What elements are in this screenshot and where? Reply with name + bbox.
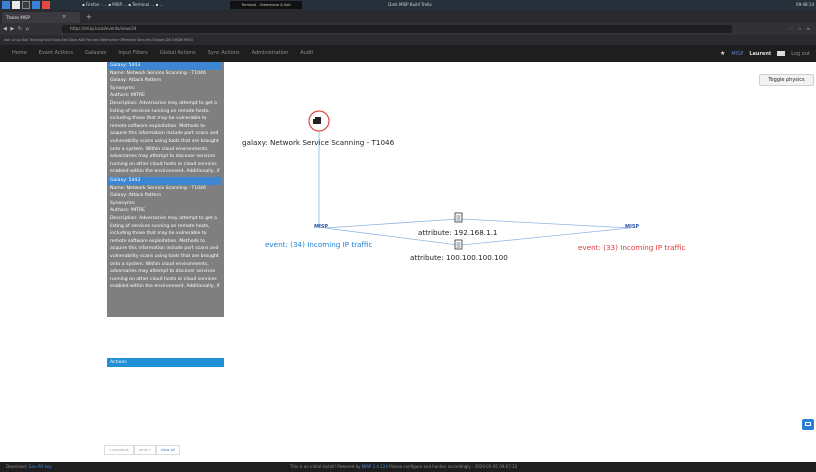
nav-item-event-actions[interactable]: Event Actions bbox=[33, 45, 79, 62]
misp-node-left[interactable]: MISP bbox=[314, 224, 328, 230]
url-input[interactable]: https://misp.local/events/view/34 bbox=[62, 25, 732, 33]
galaxy-info-block: Galaxy: 5443 Name: Network Service Scann… bbox=[107, 62, 224, 177]
user-name-link[interactable]: Laurent bbox=[749, 51, 771, 57]
browser-icon[interactable] bbox=[32, 1, 40, 9]
edge-attr-top-misp-right bbox=[461, 218, 631, 229]
galaxy-id: Galaxy: 5443 bbox=[107, 177, 221, 185]
event-label-left: event: (34) Incoming IP traffic bbox=[265, 240, 373, 249]
galaxy-tooltip-panel: Galaxy: 5443 Name: Network Service Scann… bbox=[107, 62, 224, 317]
notice-prefix: This is an initial install! Powered by bbox=[290, 464, 362, 469]
galaxy-description: Description: Adversaries may attempt to … bbox=[110, 215, 220, 290]
page-footer: Download: Gnu PG key This is an initial … bbox=[0, 462, 816, 472]
taskbar-windows[interactable]: ▪ Firefox - ... ▪ MISP ... ▪ Terminal ..… bbox=[82, 0, 163, 10]
browser-tab[interactable]: Thales MISP bbox=[2, 12, 80, 23]
next-page-link[interactable]: next » bbox=[133, 445, 156, 455]
mail-icon[interactable] bbox=[777, 51, 786, 56]
pgp-key-link[interactable]: Gnu PG key bbox=[29, 464, 52, 469]
terminal-icon[interactable] bbox=[22, 1, 30, 9]
nav-arrows-icon[interactable]: ◀ ▶ ↻ ⌂ bbox=[3, 23, 30, 35]
attribute-node-bottom[interactable] bbox=[454, 239, 463, 250]
galaxy-node-label: galaxy: Network Service Scanning - T1046 bbox=[242, 138, 395, 147]
new-tab-icon[interactable]: + bbox=[86, 12, 92, 23]
galaxy-authors: Authors: MITRE bbox=[110, 208, 146, 214]
galaxy-type: Galaxy: Attack Pattern bbox=[110, 193, 162, 199]
attribute-label-bottom: attribute: 100.100.100.100 bbox=[410, 253, 508, 262]
files-icon[interactable] bbox=[12, 1, 20, 9]
download-prefix: Download: bbox=[6, 464, 29, 469]
edge-misp-left-attr-top bbox=[324, 218, 459, 229]
galaxy-description: Description: Adversaries may attempt to … bbox=[110, 100, 220, 175]
misp-node-right[interactable]: MISP bbox=[625, 224, 639, 230]
center-window-title: Dark MISP Build Trello bbox=[388, 2, 432, 7]
galaxy-node[interactable] bbox=[308, 110, 330, 132]
misp-navbar: Home Event Actions Galaxies Input Filter… bbox=[0, 45, 816, 62]
install-notice: This is an initial install! Powered by M… bbox=[290, 462, 517, 472]
chat-icon[interactable] bbox=[802, 419, 814, 430]
os-taskbar: ▪ Firefox - ... ▪ MISP ... ▪ Terminal ..… bbox=[0, 0, 816, 10]
misp-version-link[interactable]: MISP 2.4.124 bbox=[362, 464, 388, 469]
notice-suffix: Please configure and harden accordingly … bbox=[387, 464, 518, 469]
close-tab-icon[interactable]: × bbox=[62, 12, 66, 23]
misp-brand-link[interactable]: MISP bbox=[731, 51, 743, 57]
nav-item-audit[interactable]: Audit bbox=[294, 45, 319, 62]
apps-menu-icon[interactable] bbox=[2, 1, 10, 9]
attribute-label-top: attribute: 192.168.1.1 bbox=[418, 228, 498, 237]
galaxy-info-block-wrap: Galaxy: 5443 Name: Network Service Scann… bbox=[107, 177, 224, 317]
os-launchers bbox=[2, 1, 50, 9]
tab-title: Thales MISP bbox=[6, 15, 30, 20]
bookmarks-bar[interactable]: Kali Linux Kali Training Kali Tools Kali… bbox=[0, 35, 816, 45]
nav-item-galaxies[interactable]: Galaxies bbox=[79, 45, 112, 62]
galaxy-synonyms: Synonyms: bbox=[110, 85, 136, 91]
event-label-right: event: (33) Incoming IP traffic bbox=[578, 243, 686, 252]
previous-page-link[interactable]: « previous bbox=[104, 445, 134, 455]
nav-item-home[interactable]: Home bbox=[6, 45, 33, 62]
actions-header[interactable]: Actions bbox=[107, 358, 224, 367]
toggle-physics-button[interactable]: Toggle physics bbox=[759, 74, 814, 86]
clock: 09:48:14 bbox=[796, 2, 814, 7]
galaxy-id: Galaxy: 5443 bbox=[107, 62, 221, 70]
attribute-node-top[interactable] bbox=[454, 212, 463, 223]
nav-item-input-filters[interactable]: Input Filters bbox=[112, 45, 154, 62]
settings-icon[interactable] bbox=[42, 1, 50, 9]
nav-item-sync-actions[interactable]: Sync Actions bbox=[202, 45, 246, 62]
view-all-link[interactable]: view all bbox=[155, 445, 181, 455]
galaxy-info-block: Galaxy: 5443 Name: Network Service Scann… bbox=[107, 177, 224, 291]
user-menu: ★ MISP Laurent Log out bbox=[720, 45, 810, 62]
star-icon[interactable]: ★ bbox=[720, 50, 725, 57]
download-pgp: Download: Gnu PG key bbox=[6, 462, 52, 472]
galaxy-authors: Authors: MITRE bbox=[110, 93, 146, 99]
pagination: « previous next » view all bbox=[104, 445, 181, 455]
logout-link[interactable]: Log out bbox=[791, 51, 810, 57]
main-menu: Home Event Actions Galaxies Input Filter… bbox=[6, 45, 319, 62]
active-window-title[interactable]: Terminal - Greenbone & Kali bbox=[230, 1, 302, 9]
browser-tab-strip: Thales MISP × + bbox=[0, 10, 816, 23]
galaxy-name: Name: Network Service Scanning - T1046 bbox=[110, 185, 206, 191]
browser-toolbar: ◀ ▶ ↻ ⌂ https://misp.local/events/view/3… bbox=[0, 23, 816, 35]
nav-item-administration[interactable]: Administration bbox=[246, 45, 295, 62]
galaxy-name: Name: Network Service Scanning - T1046 bbox=[110, 70, 206, 76]
galaxy-type: Galaxy: Attack Pattern bbox=[110, 78, 162, 84]
galaxy-synonyms: Synonyms: bbox=[110, 200, 136, 206]
nav-item-global-actions[interactable]: Global Actions bbox=[154, 45, 202, 62]
browser-tools-icon[interactable]: ⋯ ☆ ≡ bbox=[789, 23, 812, 35]
